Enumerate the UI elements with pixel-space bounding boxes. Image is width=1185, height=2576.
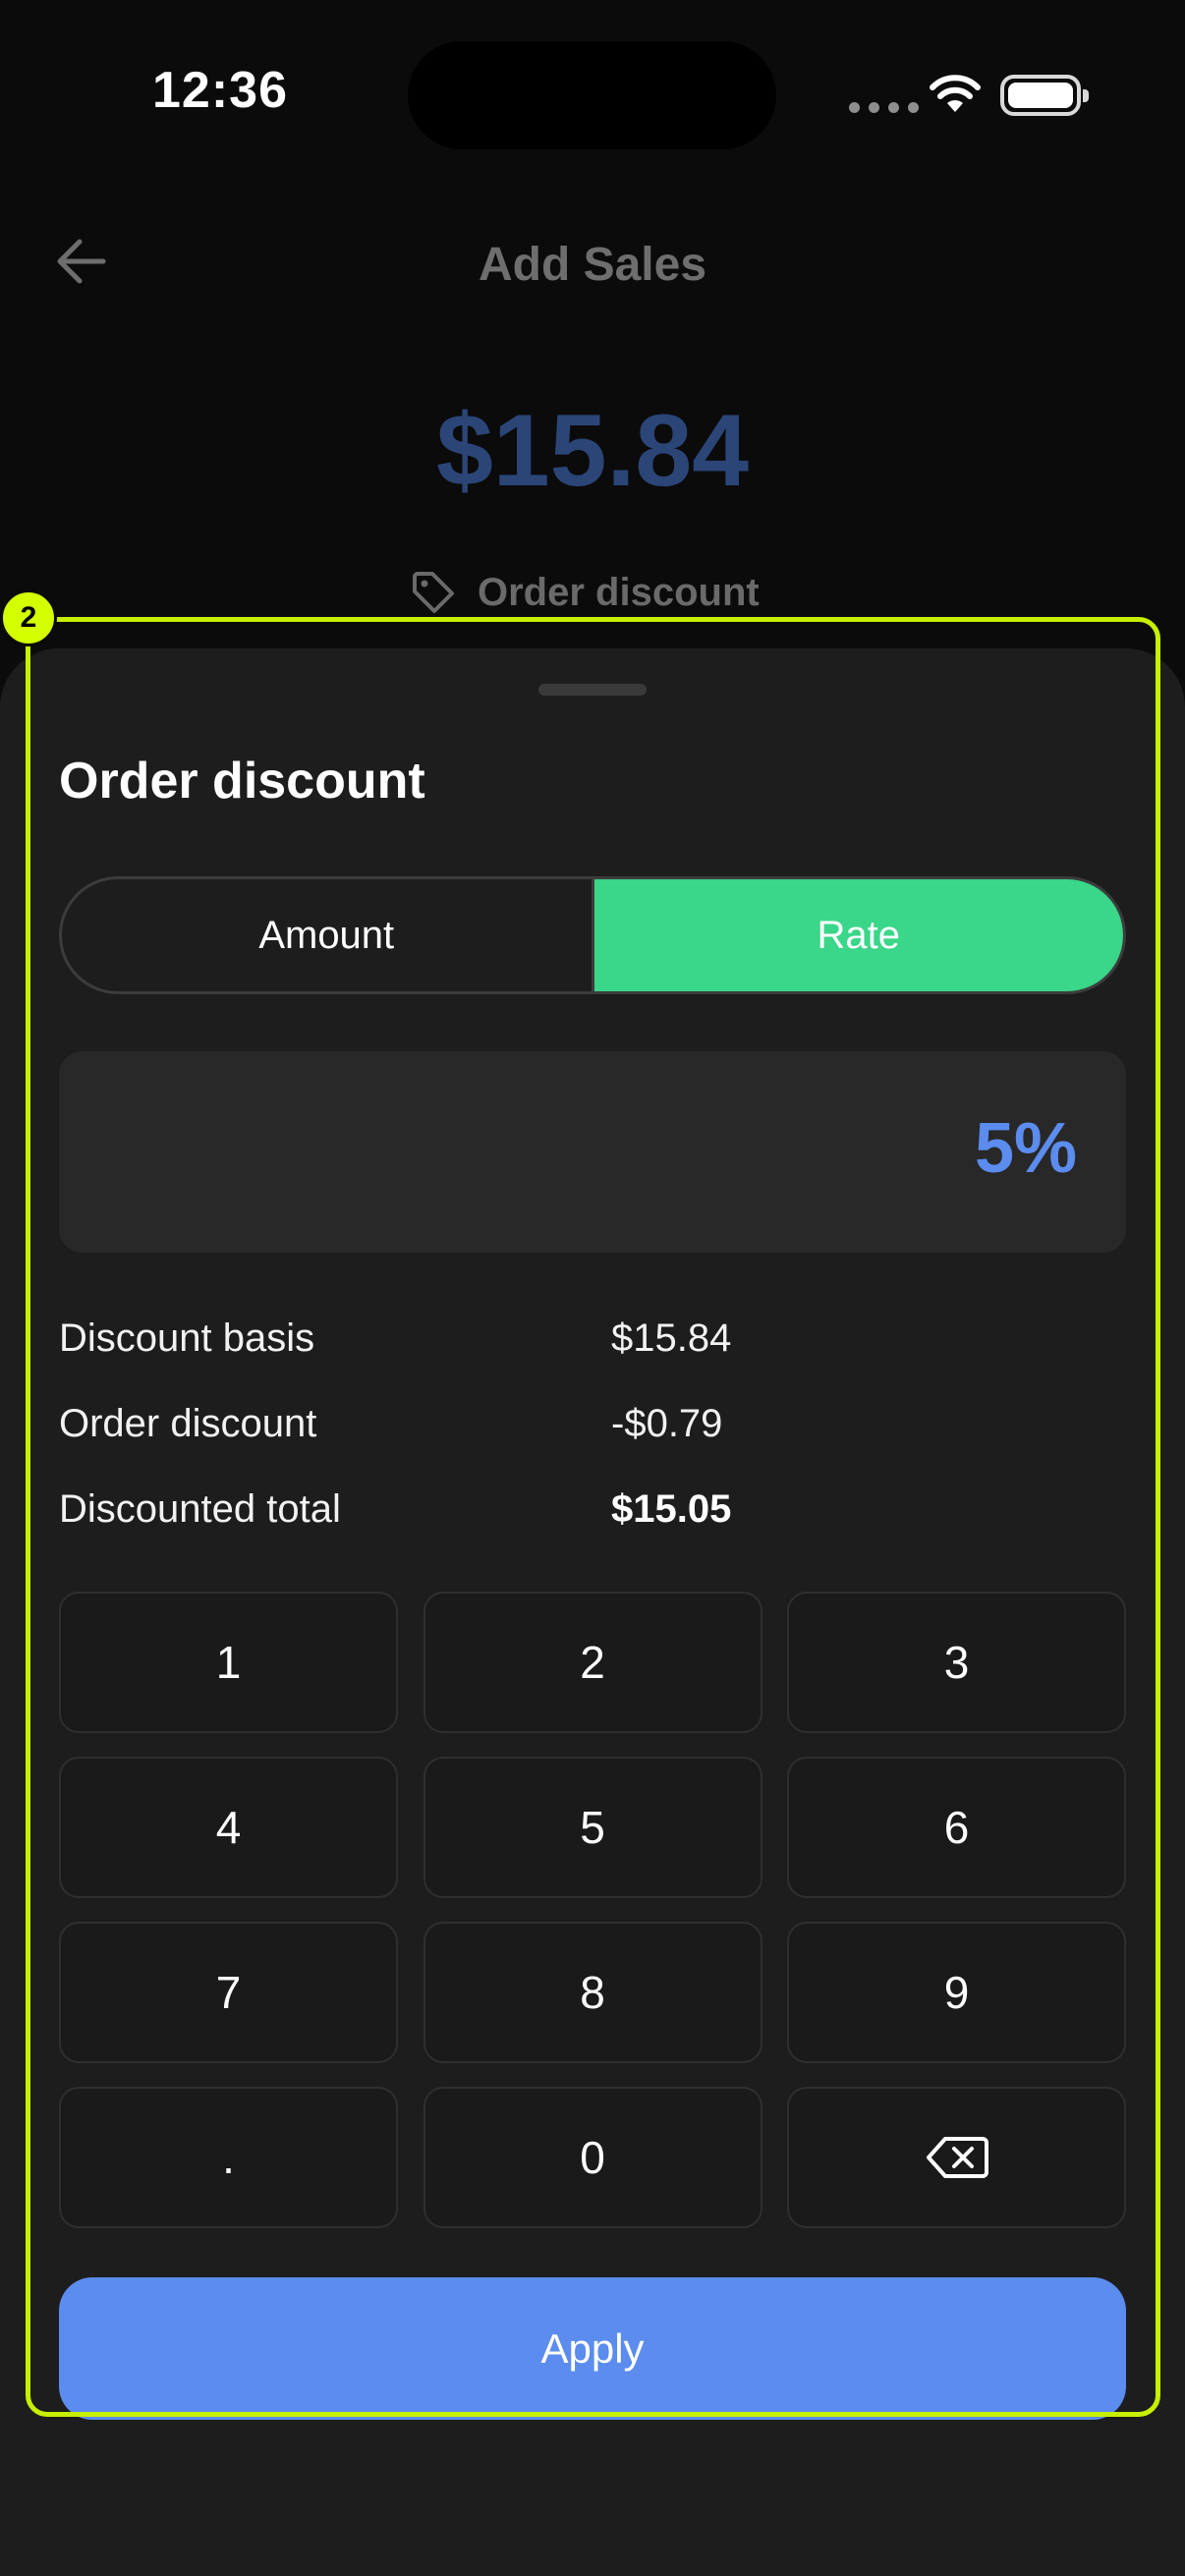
order-discount-sheet: Order discount Amount Rate 5% Discount b… xyxy=(0,648,1185,2576)
sheet-grabber[interactable] xyxy=(538,684,647,696)
status-time: 12:36 xyxy=(152,62,288,119)
summary-value: -$0.79 xyxy=(611,1402,723,1445)
summary-row-basis: Discount basis $15.84 xyxy=(59,1316,1126,1402)
summary-row-discount: Order discount -$0.79 xyxy=(59,1402,1126,1487)
summary-label: Discounted total xyxy=(59,1487,341,1531)
discount-summary: Discount basis $15.84 Order discount -$0… xyxy=(59,1316,1126,1573)
key-4[interactable]: 4 xyxy=(59,1757,398,1898)
tab-amount[interactable]: Amount xyxy=(62,879,594,991)
summary-label: Discount basis xyxy=(59,1316,315,1360)
order-discount-label: Order discount xyxy=(478,570,760,614)
cellular-signal-icon xyxy=(849,102,919,113)
apply-button[interactable]: Apply xyxy=(59,2277,1126,2420)
screen: 12:36 Add Sales $15.84 Order discount Or… xyxy=(0,0,1185,2576)
discount-type-toggle: Amount Rate xyxy=(59,876,1126,994)
key-3[interactable]: 3 xyxy=(787,1592,1126,1733)
summary-label: Order discount xyxy=(59,1402,317,1445)
key-backspace[interactable] xyxy=(787,2087,1126,2228)
sale-total: $15.84 xyxy=(435,394,750,508)
dynamic-island xyxy=(408,41,776,149)
annotation-badge: 2 xyxy=(0,589,57,646)
battery-icon xyxy=(1000,75,1089,116)
key-5[interactable]: 5 xyxy=(423,1757,762,1898)
key-2[interactable]: 2 xyxy=(423,1592,762,1733)
summary-value: $15.84 xyxy=(611,1316,732,1360)
tag-icon xyxy=(413,572,454,613)
discount-value-display: 5% xyxy=(59,1051,1126,1253)
key-8[interactable]: 8 xyxy=(423,1922,762,2063)
key-1[interactable]: 1 xyxy=(59,1592,398,1733)
discount-value: 5% xyxy=(974,1109,1077,1188)
key-6[interactable]: 6 xyxy=(787,1757,1126,1898)
key-7[interactable]: 7 xyxy=(59,1922,398,2063)
summary-value-total: $15.05 xyxy=(611,1487,732,1531)
key-0[interactable]: 0 xyxy=(423,2087,762,2228)
summary-row-total: Discounted total $15.05 xyxy=(59,1487,1126,1573)
order-discount-link[interactable]: Order discount xyxy=(411,570,760,615)
backspace-icon xyxy=(926,2137,988,2178)
sheet-title: Order discount xyxy=(59,753,425,810)
key-9[interactable]: 9 xyxy=(787,1922,1126,2063)
wifi-icon xyxy=(930,75,981,112)
key-decimal[interactable]: . xyxy=(59,2087,398,2228)
tab-rate[interactable]: Rate xyxy=(593,879,1123,991)
numeric-keypad: 1 2 3 4 5 6 7 8 9 . 0 xyxy=(59,1592,1126,2228)
page-title: Add Sales xyxy=(478,239,707,291)
